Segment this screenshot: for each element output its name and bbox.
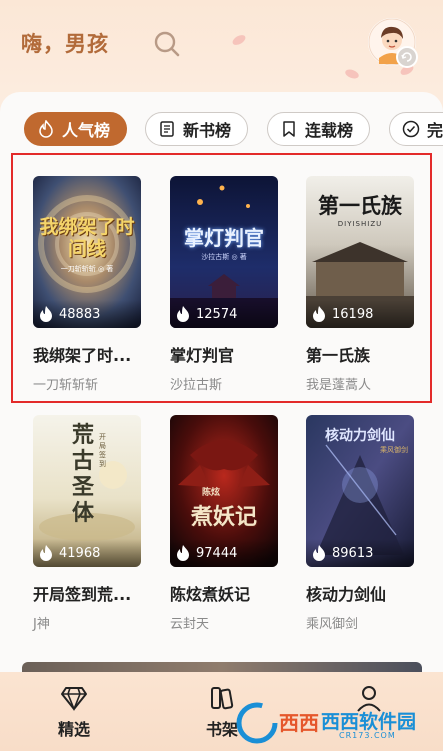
book-title[interactable]: 掌灯判官 xyxy=(170,342,290,366)
watermark-text: 西西软件园 xyxy=(321,711,417,733)
bottom-nav: 精选 书架 西西 西西软件园 CR173.COM xyxy=(0,672,443,751)
svg-text:西西: 西西 xyxy=(279,711,319,735)
flame-icon xyxy=(40,545,52,561)
cover-subtitle: 陈炫 xyxy=(202,488,221,498)
book-card[interactable]: 我绑架了时间线 一刀斩斩斩 ◎ 著 48883 我绑架了时... 一刀斩斩斩 xyxy=(33,176,153,393)
ranking-panel: 人气榜 新书榜 连载榜 完 我绑架了时间线 一刀斩斩斩 ◎ 著 48883 我绑… xyxy=(0,92,443,672)
tab-label: 完 xyxy=(427,121,443,140)
banner-preview[interactable] xyxy=(22,662,422,672)
book-card[interactable]: 荒古圣体 开局签到 41968 开局签到荒... J神 xyxy=(33,415,153,632)
flame-icon xyxy=(40,306,52,322)
flame-icon xyxy=(37,120,55,138)
cover-title: 第一氏族 xyxy=(318,194,402,218)
book-card[interactable]: 第一氏族 DIYISHIZU 16198 第一氏族 我是蓬蒿人 xyxy=(306,176,426,393)
book-cover[interactable]: 我绑架了时间线 一刀斩斩斩 ◎ 著 48883 xyxy=(33,176,141,328)
cover-author: 乘风御剑 xyxy=(380,446,408,454)
book-card[interactable]: 掌灯判官 沙拉古斯 ◎ 著 12574 掌灯判官 沙拉古斯 xyxy=(170,176,290,393)
book-icon xyxy=(158,120,176,138)
cover-subtitle: 开局签到 xyxy=(99,433,106,468)
decorative-petal xyxy=(230,33,248,47)
book-title[interactable]: 我绑架了时... xyxy=(33,342,153,366)
bookshelf-icon xyxy=(208,684,236,712)
tab-new-books[interactable]: 新书榜 xyxy=(145,112,249,146)
book-author: 我是蓬蒿人 xyxy=(306,378,372,393)
ranking-tabs: 人气榜 新书榜 连载榜 完 xyxy=(0,112,443,148)
flame-icon xyxy=(313,306,325,322)
popularity-count: 97444 xyxy=(170,539,278,567)
check-circle-icon xyxy=(402,120,420,138)
popularity-count: 16198 xyxy=(306,300,414,328)
flame-icon xyxy=(177,306,189,322)
header: 嗨，男孩 xyxy=(0,0,443,92)
cover-title: 核动力剑仙 xyxy=(325,428,395,444)
book-cover[interactable]: 荒古圣体 开局签到 41968 xyxy=(33,415,141,567)
book-author: J神 xyxy=(33,617,50,632)
watermark-sub: CR173.COM xyxy=(339,731,396,740)
book-cover[interactable]: 陈炫 煮妖记 97444 xyxy=(170,415,278,567)
popularity-count: 89613 xyxy=(306,539,414,567)
popularity-count: 48883 xyxy=(33,300,141,328)
book-cover[interactable]: 核动力剑仙 乘风御剑 89613 xyxy=(306,415,414,567)
book-author: 沙拉古斯 xyxy=(170,378,223,393)
refresh-icon[interactable] xyxy=(396,46,418,68)
cover-title: 掌灯判官 xyxy=(184,226,264,250)
nav-label: 精选 xyxy=(57,720,90,739)
book-author: 乘风御剑 xyxy=(306,617,359,632)
search-icon[interactable] xyxy=(152,29,182,59)
book-cover[interactable]: 第一氏族 DIYISHIZU 16198 xyxy=(306,176,414,328)
tab-label: 人气榜 xyxy=(62,121,111,140)
decorative-petal xyxy=(344,67,360,81)
cover-title: 我绑架了时间线 xyxy=(39,216,135,260)
diamond-icon xyxy=(60,684,88,712)
tab-popularity[interactable]: 人气榜 xyxy=(24,112,128,146)
book-title[interactable]: 核动力剑仙 xyxy=(306,581,426,605)
greeting-text: 嗨，男孩 xyxy=(21,32,109,56)
book-title[interactable]: 开局签到荒... xyxy=(33,581,153,605)
tab-completed[interactable]: 完 xyxy=(389,112,443,146)
book-card[interactable]: 陈炫 煮妖记 97444 陈炫煮妖记 云封天 xyxy=(170,415,290,632)
user-avatar[interactable] xyxy=(368,18,418,68)
flame-icon xyxy=(177,545,189,561)
cover-title: 荒古圣体 xyxy=(71,423,94,526)
nav-featured[interactable]: 精选 xyxy=(39,684,109,740)
cover-subtitle: DIYISHIZU xyxy=(337,220,383,228)
book-title[interactable]: 陈炫煮妖记 xyxy=(170,581,290,605)
flame-icon xyxy=(313,545,325,561)
bookmark-icon xyxy=(280,120,298,138)
tab-serial[interactable]: 连载榜 xyxy=(267,112,371,146)
tab-label: 新书榜 xyxy=(183,121,232,140)
book-author: 云封天 xyxy=(170,617,210,632)
book-card[interactable]: 核动力剑仙 乘风御剑 89613 核动力剑仙 乘风御剑 xyxy=(306,415,426,632)
tab-label: 连载榜 xyxy=(305,121,354,140)
cover-author: 沙拉古斯 ◎ 著 xyxy=(201,253,247,261)
watermark-logo: 西西 西西软件园 CR173.COM xyxy=(235,701,435,745)
popularity-count: 41968 xyxy=(33,539,141,567)
book-cover[interactable]: 掌灯判官 沙拉古斯 ◎ 著 12574 xyxy=(170,176,278,328)
book-title[interactable]: 第一氏族 xyxy=(306,342,426,366)
book-author: 一刀斩斩斩 xyxy=(33,378,99,393)
cover-title: 煮妖记 xyxy=(190,505,257,530)
popularity-count: 12574 xyxy=(170,300,278,328)
cover-author: 一刀斩斩斩 ◎ 著 xyxy=(60,265,114,273)
